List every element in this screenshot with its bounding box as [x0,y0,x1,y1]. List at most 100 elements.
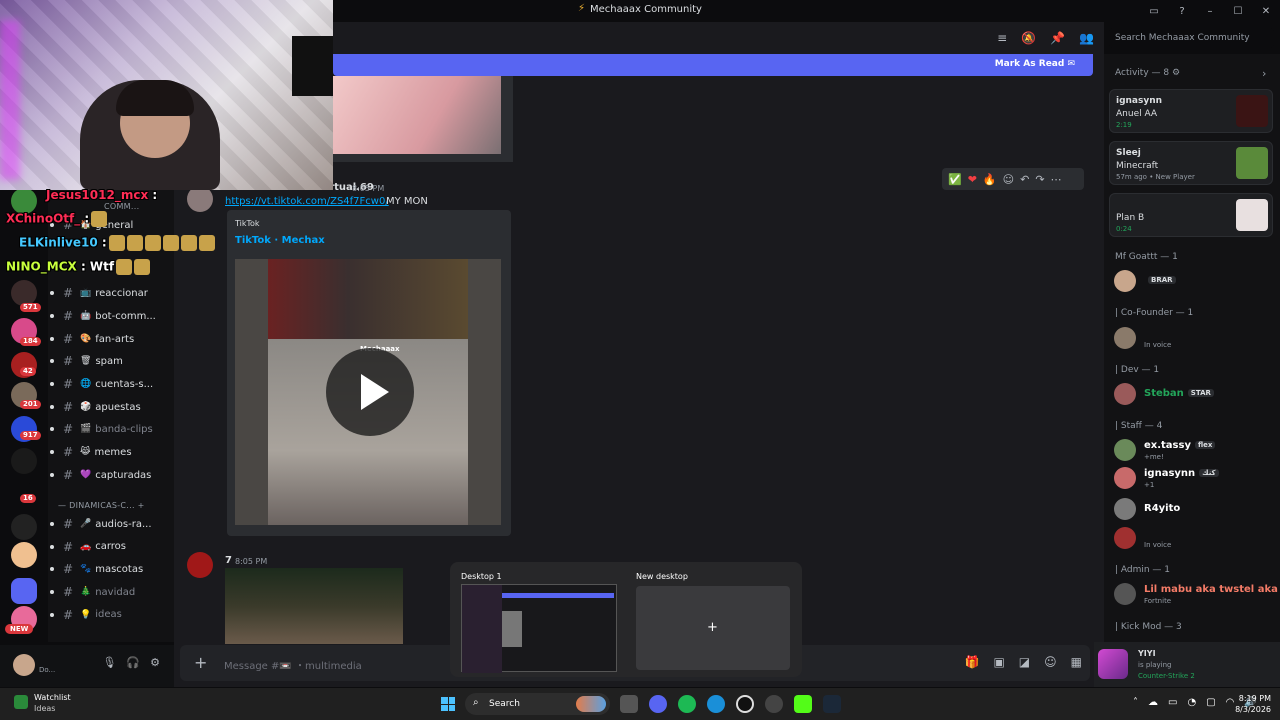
clock[interactable]: 8:19 PM 8/3/2026 [1233,693,1271,715]
members-icon[interactable]: 👥 [1079,31,1094,45]
mute-icon[interactable]: 🔕 [1021,31,1036,45]
close-button[interactable]: ✕ [1252,6,1280,17]
channel-item[interactable]: # 🤖 bot-comm... [48,306,174,326]
folder-icon[interactable] [11,578,37,604]
attach-plus-icon[interactable]: + [194,653,207,672]
category-header[interactable]: COMM... [104,202,139,211]
new-messages-bar[interactable]: Mark As Read ✉ [333,54,1093,76]
app-icon[interactable] [765,695,783,713]
edge-icon[interactable] [707,695,725,713]
heart-reaction-icon[interactable]: ❤ [968,173,977,186]
activity-header[interactable]: Activity — 8 ⚙ [1115,68,1180,78]
server-icon[interactable] [11,514,37,540]
display-icon[interactable]: ▢ [1206,697,1215,708]
sticker-icon[interactable]: ◪ [1019,655,1030,669]
message-image[interactable] [225,568,403,644]
channel-item[interactable]: # 📺 reaccionar [48,283,174,303]
gift-icon[interactable]: 🎁 [965,655,980,669]
channel-item[interactable]: # 🌐 cuentas-s... [48,374,174,394]
start-button[interactable] [441,697,455,711]
pin-icon[interactable]: 📌 [1050,31,1065,45]
reply-icon[interactable]: ↶ [1020,173,1029,186]
member-item[interactable]: BRAR [1114,268,1274,296]
emoji-icon[interactable]: ☺ [1044,655,1057,669]
message-link[interactable]: https://vt.tiktok.com/ZS4f7Fcw0/ [225,196,389,207]
activity-title: Anuel AA [1116,109,1158,119]
member-item[interactable]: In voice [1114,325,1274,353]
channel-emoji: 😹 [80,447,91,457]
discord-icon[interactable] [649,695,667,713]
check-reaction-icon[interactable]: ✅ [948,173,962,186]
category-header[interactable]: — DINAMICAS-C... + [58,501,145,510]
play-icon[interactable] [326,348,414,436]
channel-emoji: 🌐 [80,379,92,389]
obs-icon[interactable] [736,695,754,713]
help-icon[interactable]: ? [1168,6,1196,17]
new-badge[interactable]: NEW [5,624,34,634]
headphones-icon[interactable]: 🎧 [126,656,140,669]
member-item[interactable]: Steban STAR [1114,381,1274,409]
chevron-up-icon[interactable]: ˄ [1133,697,1138,708]
now-playing-user: YIYI [1138,649,1156,658]
apps-icon[interactable]: ▦ [1071,655,1082,669]
channel-item[interactable]: # 🎲 apuestas [48,397,174,417]
steam-icon[interactable] [823,695,841,713]
unread-dot [50,522,54,526]
member-item[interactable]: In voice [1114,525,1274,553]
message-input[interactable]: Message #📼 ・multimedia [224,657,362,672]
channel-item[interactable]: # 🐾 mascotas [48,559,174,579]
new-desktop-button[interactable]: + [636,586,790,670]
stream-chat-line: NINO_MCX : Wtf [6,259,151,275]
channel-item[interactable]: # 💡 ideas [48,605,174,625]
channel-item[interactable]: # 🎤 audios-ra... [48,514,174,534]
avatar[interactable] [13,654,35,676]
more-icon[interactable]: ⋯ [1051,173,1062,186]
chevron-right-icon[interactable]: › [1262,67,1266,80]
spotify-icon[interactable] [678,695,696,713]
server-icon[interactable] [11,448,37,474]
taskbar-search[interactable]: ⌕ Search [465,693,610,715]
channel-name: cuentas-s... [95,378,154,390]
inbox-icon[interactable]: ▭ [1140,6,1168,17]
channel-item[interactable]: # 🚗 carros [48,537,174,557]
avatar[interactable] [187,552,213,578]
channel-item[interactable]: # 😹 memes [48,442,174,462]
maximize-button[interactable]: ☐ [1224,6,1252,17]
battery-icon[interactable]: ▭ [1168,697,1177,708]
settings-gear-icon[interactable]: ⚙ [150,656,160,669]
message-author[interactable]: 7 [225,555,232,566]
previous-embed-image[interactable] [333,76,501,154]
embed-title[interactable]: TikTok · Mechax [235,235,325,246]
member-item[interactable]: ignasynn كنك +1 [1114,465,1274,493]
activity-card[interactable]: Sleej Minecraft 57m ago • New Player [1109,141,1273,185]
kick-icon[interactable] [794,695,812,713]
channel-item[interactable]: # 🎨 fan-arts [48,329,174,349]
desktop-1-thumbnail[interactable] [461,584,617,673]
microphone-icon[interactable]: 🎙 [102,656,116,669]
member-item[interactable]: Lil mabu aka twstel aka b... Fortnite [1114,581,1280,609]
member-item[interactable]: R4yito [1114,496,1274,524]
channel-item[interactable]: # 🎬 banda-clips [48,419,174,439]
member-item[interactable]: ex.tassy flex +me! [1114,437,1274,465]
add-reaction-icon[interactable]: ☺ [1003,173,1014,186]
task-view-icon[interactable] [620,695,638,713]
threads-icon[interactable]: ≡ [997,31,1007,45]
video-player[interactable]: Mechaaax [235,259,501,525]
fire-reaction-icon[interactable]: 🔥 [983,173,997,186]
server-search-input[interactable]: Search Mechaaax Community [1109,28,1274,48]
now-playing-card[interactable]: YIYI is playing Counter-Strike 2 [1094,642,1280,687]
minimize-button[interactable]: – [1196,6,1224,17]
channel-item[interactable]: # 🎄 navidad [48,582,174,602]
channel-item[interactable]: # 🗑 spam [48,351,174,371]
hash-icon: # [62,517,74,531]
forward-icon[interactable]: ↷ [1035,173,1044,186]
cloud-icon[interactable]: ☁ [1148,697,1158,708]
tray-app-icon[interactable]: ◔ [1187,697,1196,708]
mark-as-read-button[interactable]: Mark As Read ✉ [995,59,1075,69]
activity-card[interactable]: ignasynn Anuel AA 2:19 [1109,89,1273,133]
channel-name: carros [95,541,126,553]
server-icon[interactable] [11,542,37,568]
activity-card[interactable]: Plan B 0:24 [1109,193,1273,237]
gif-icon[interactable]: ▣ [993,655,1004,669]
channel-item[interactable]: # 💜 capturadas [48,465,174,485]
